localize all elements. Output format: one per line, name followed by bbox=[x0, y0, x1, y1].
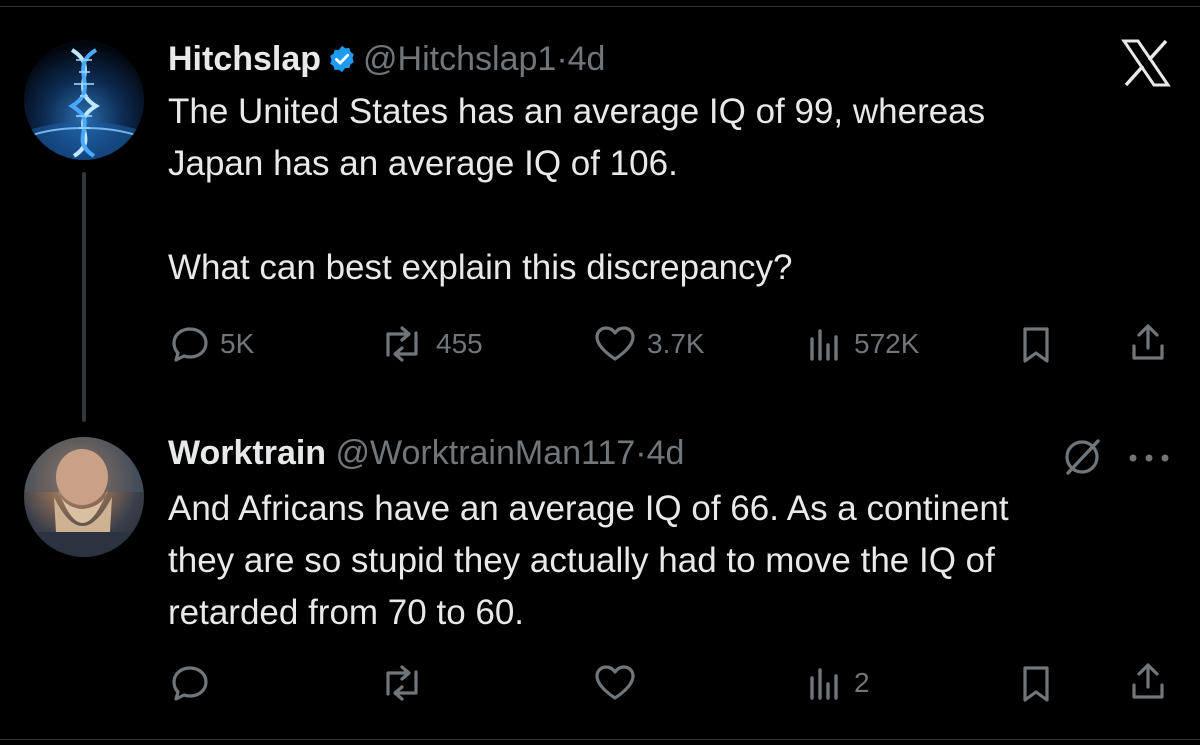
tweet2-timestamp[interactable]: 4d bbox=[647, 434, 685, 472]
repost-button[interactable]: 455 bbox=[378, 325, 483, 363]
tweet2-author-name[interactable]: Worktrain bbox=[168, 434, 326, 472]
tweet2-handle[interactable]: @WorktrainMan117 bbox=[336, 434, 636, 472]
reply-icon bbox=[172, 327, 208, 362]
tweet1-header: Hitchslap @Hitchslap1·4d bbox=[168, 40, 605, 83]
bookmark-button[interactable] bbox=[1018, 325, 1054, 365]
like-button[interactable]: 3.7K bbox=[593, 325, 705, 363]
repost-count: 455 bbox=[436, 328, 483, 359]
views-button[interactable]: 2 bbox=[806, 664, 870, 702]
tweet1-text: The United States has an average IQ of 9… bbox=[168, 92, 986, 287]
share-button[interactable] bbox=[1128, 661, 1168, 703]
reply-icon bbox=[172, 666, 208, 701]
tweet1-timestamp[interactable]: 4d bbox=[568, 40, 606, 78]
tweet1-author-name[interactable]: Hitchslap bbox=[168, 40, 321, 78]
share-button[interactable] bbox=[1128, 322, 1168, 364]
bookmark-icon bbox=[1023, 327, 1049, 363]
reply-count: 5K bbox=[220, 328, 255, 359]
bottom-divider bbox=[0, 739, 1200, 740]
verified-badge-icon bbox=[327, 44, 357, 83]
heart-icon bbox=[595, 326, 635, 361]
analytics-icon bbox=[810, 668, 838, 700]
like-button[interactable] bbox=[593, 664, 647, 702]
reply-button[interactable]: 5K bbox=[170, 325, 254, 363]
tweet2-header: Worktrain @WorktrainMan117·4d bbox=[168, 434, 684, 473]
avatar[interactable] bbox=[24, 40, 144, 160]
top-divider bbox=[0, 6, 1200, 7]
repost-icon bbox=[386, 665, 418, 701]
dot-separator: · bbox=[556, 40, 568, 78]
grok-icon[interactable] bbox=[1060, 435, 1104, 484]
thread-connector-line bbox=[82, 172, 86, 422]
avatar[interactable] bbox=[24, 437, 144, 557]
reply-button[interactable] bbox=[170, 664, 220, 702]
analytics-icon bbox=[810, 329, 838, 361]
share-icon bbox=[1132, 663, 1164, 699]
heart-icon bbox=[595, 665, 635, 700]
bookmark-button[interactable] bbox=[1018, 664, 1054, 704]
like-count: 3.7K bbox=[647, 328, 705, 359]
views-button[interactable]: 572K bbox=[806, 325, 919, 363]
dot-separator: · bbox=[635, 434, 647, 472]
more-options-icon[interactable] bbox=[1125, 438, 1173, 483]
repost-icon bbox=[386, 326, 418, 362]
repost-button[interactable] bbox=[378, 664, 436, 702]
tweet1-handle[interactable]: @Hitchslap1 bbox=[363, 40, 556, 78]
view-count: 2 bbox=[854, 667, 870, 698]
x-logo-icon bbox=[1120, 38, 1172, 93]
tweet2-text: And Africans have an average IQ of 66. A… bbox=[168, 489, 1009, 632]
bookmark-icon bbox=[1023, 666, 1049, 702]
view-count: 572K bbox=[854, 328, 920, 359]
share-icon bbox=[1132, 324, 1164, 360]
